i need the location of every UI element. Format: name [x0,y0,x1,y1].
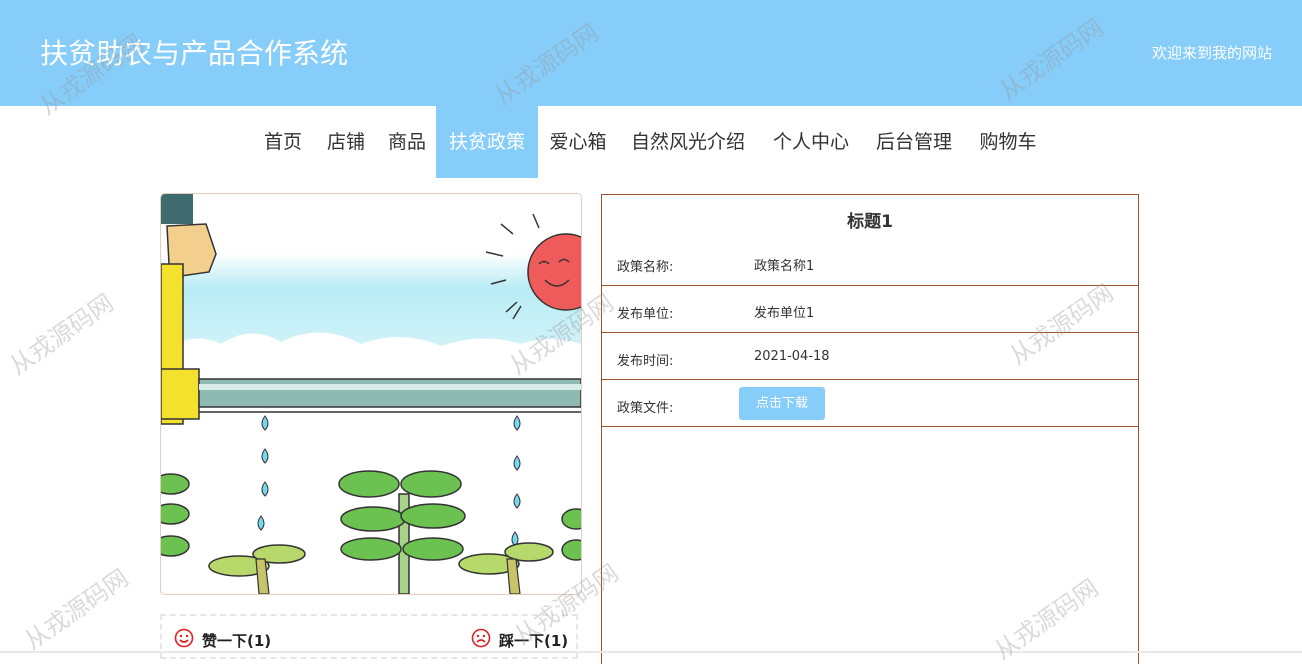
nav-item-policy[interactable]: 扶贫政策 [436,106,538,178]
watermark: 从戎源码网 [4,288,119,381]
dislike-button[interactable]: 踩一下(1) [471,628,568,652]
detail-row-policy-name: 政策名称: 政策名称1 [602,239,1138,286]
row-label: 发布时间: [617,354,674,369]
nav-item-user-center[interactable]: 个人中心 [766,106,856,178]
like-label: 赞一下(1) [202,632,272,650]
nav-item-admin[interactable]: 后台管理 [869,106,959,178]
watermark: 从戎源码网 [19,563,134,656]
site-title: 扶贫助农与产品合作系统 [40,37,349,70]
detail-row-policy-file: 政策文件: 点击下载 [602,380,1138,427]
row-value: 政策名称1 [754,259,815,274]
detail-row-publisher: 发布单位: 发布单位1 [602,286,1138,333]
nav-item-scenery[interactable]: 自然风光介绍 [623,106,753,178]
download-button[interactable]: 点击下载 [739,387,825,420]
row-value: 2021-04-18 [754,349,830,364]
site-header: 扶贫助农与产品合作系统 欢迎来到我的网站 [0,0,1302,106]
detail-row-publish-date: 发布时间: 2021-04-18 [602,333,1138,380]
row-label: 发布单位: [617,307,674,322]
nav-item-shops[interactable]: 店铺 [320,106,372,178]
dislike-label: 踩一下(1) [499,632,569,650]
nav-item-cart[interactable]: 购物车 [972,106,1044,178]
row-label: 政策名称: [617,260,674,275]
policy-detail-panel: 标题1 政策名称: 政策名称1 发布单位: 发布单位1 发布时间: 2021-0… [601,194,1139,664]
row-value: 发布单位1 [754,306,815,321]
nav-item-products[interactable]: 商品 [381,106,433,178]
policy-image [160,193,582,595]
poverty-relief-cartoon-illustration [161,194,581,594]
nav-item-love-box[interactable]: 爱心箱 [543,106,613,178]
main-nav: 首页 店铺 商品 扶贫政策 爱心箱 自然风光介绍 个人中心 后台管理 购物车 [0,106,1302,178]
detail-title: 标题1 [847,212,893,232]
like-button[interactable]: 赞一下(1) [174,628,271,652]
welcome-text: 欢迎来到我的网站 [1151,44,1272,62]
row-label: 政策文件: [617,401,674,416]
nav-item-home[interactable]: 首页 [257,106,309,178]
